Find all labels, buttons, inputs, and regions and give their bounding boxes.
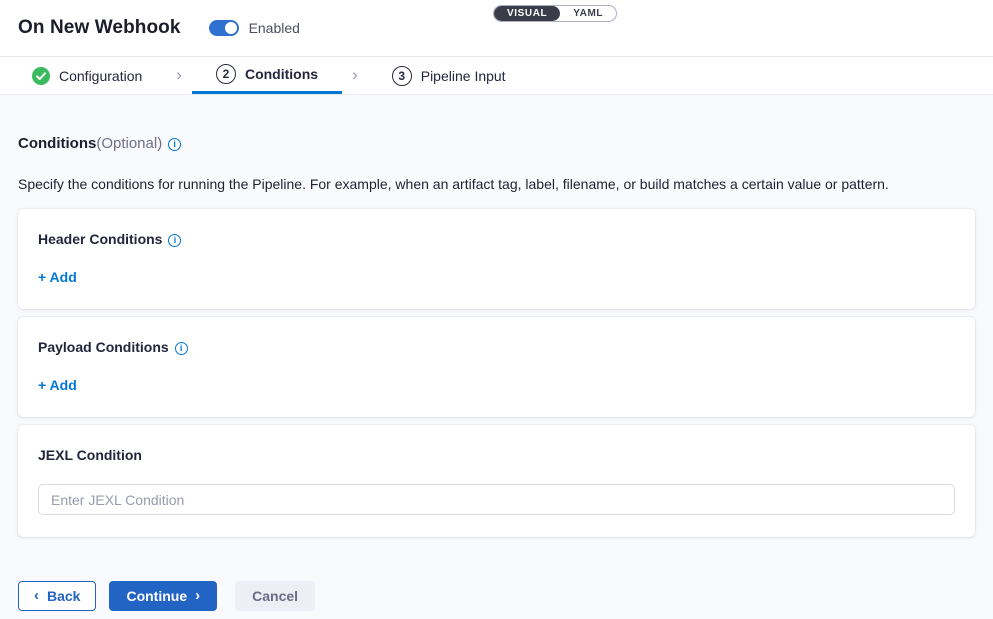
chevron-left-icon: ‹ — [34, 588, 39, 604]
jexl-condition-card: JEXL Condition — [18, 425, 975, 537]
header-conditions-title-text: Header Conditions — [38, 231, 162, 247]
section-heading: Conditions(Optional) i — [18, 135, 975, 153]
page-header: On New Webhook Enabled VISUAL YAML — [0, 0, 993, 57]
optional-label: (Optional) — [96, 135, 162, 152]
yaml-tab[interactable]: YAML — [560, 6, 616, 21]
jexl-condition-input[interactable] — [38, 484, 955, 515]
conditions-panel: Conditions(Optional) i Specify the condit… — [0, 95, 993, 619]
wizard-stepper: Configuration › 2 Conditions › 3 Pipelin… — [0, 57, 993, 95]
add-header-condition-button[interactable]: + Add — [38, 269, 77, 285]
add-payload-condition-button[interactable]: + Add — [38, 377, 77, 393]
step-pipeline-input[interactable]: 3 Pipeline Input — [368, 57, 530, 94]
header-conditions-card: Header Conditions i + Add — [18, 209, 975, 309]
continue-button-label: Continue — [126, 588, 187, 604]
jexl-condition-title: JEXL Condition — [38, 447, 955, 463]
enabled-toggle[interactable] — [209, 20, 239, 36]
cancel-button[interactable]: Cancel — [235, 581, 315, 611]
back-button[interactable]: ‹ Back — [18, 581, 96, 611]
payload-conditions-title-text: Payload Conditions — [38, 339, 169, 355]
step-number-badge: 3 — [392, 66, 412, 86]
step-number-badge: 2 — [216, 64, 236, 84]
enabled-toggle-label: Enabled — [249, 20, 300, 36]
cancel-button-label: Cancel — [252, 588, 298, 604]
section-heading-text: Conditions — [18, 135, 96, 152]
back-button-label: Back — [47, 588, 80, 604]
step-conditions[interactable]: 2 Conditions — [192, 57, 342, 94]
payload-conditions-card: Payload Conditions i + Add — [18, 317, 975, 417]
step-conditions-label: Conditions — [245, 66, 318, 82]
visual-yaml-switch: VISUAL YAML — [493, 5, 617, 22]
wizard-footer: ‹ Back Continue › Cancel — [18, 581, 975, 611]
info-icon[interactable]: i — [168, 234, 181, 247]
step-pipeline-input-label: Pipeline Input — [421, 68, 506, 84]
visual-tab[interactable]: VISUAL — [494, 6, 560, 21]
continue-button[interactable]: Continue › — [109, 581, 217, 611]
info-icon[interactable]: i — [168, 138, 181, 151]
info-icon[interactable]: i — [175, 342, 188, 355]
page-title: On New Webhook — [18, 17, 181, 39]
chevron-right-icon: › — [195, 588, 200, 604]
step-configuration[interactable]: Configuration — [18, 57, 166, 94]
chevron-right-icon: › — [176, 57, 182, 94]
payload-conditions-title: Payload Conditions i — [38, 339, 955, 355]
header-conditions-title: Header Conditions i — [38, 231, 955, 247]
check-circle-icon — [32, 67, 50, 85]
section-description: Specify the conditions for running the P… — [18, 177, 975, 191]
toggle-knob — [225, 22, 237, 34]
chevron-right-icon: › — [352, 57, 358, 94]
step-configuration-label: Configuration — [59, 68, 142, 84]
